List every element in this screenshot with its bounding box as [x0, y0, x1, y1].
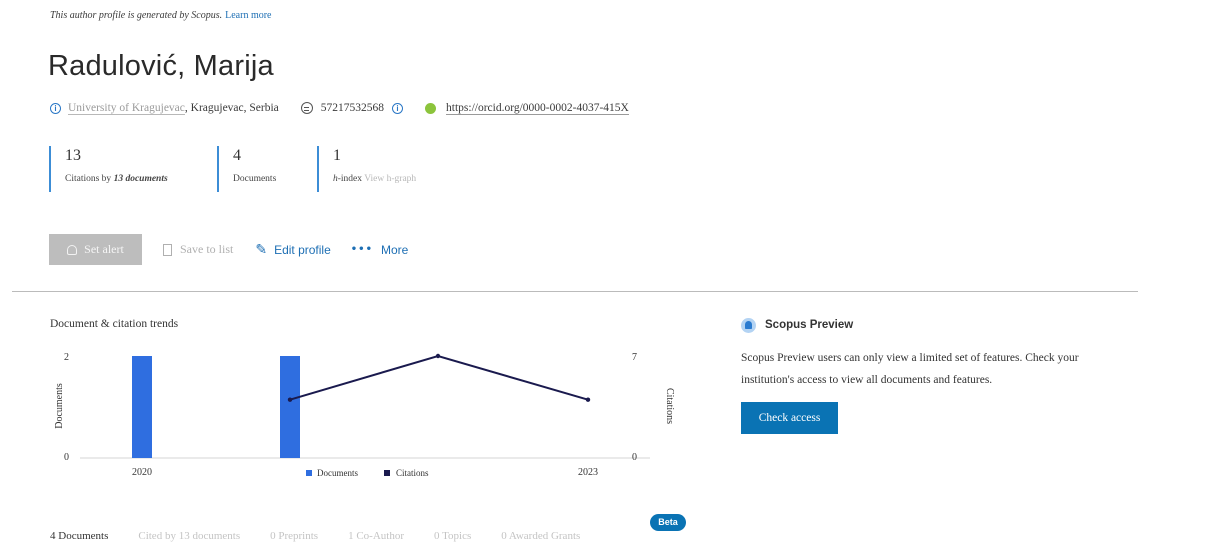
tab-0-topics[interactable]: 0 Topics	[434, 530, 471, 547]
affiliation-location: , Kragujevac, Serbia	[184, 102, 279, 114]
save-to-list-button[interactable]: Save to list	[180, 242, 233, 257]
beta-badge: Beta	[650, 514, 686, 531]
tab-1-co-author[interactable]: 1 Co-Author	[348, 530, 404, 547]
legend-citations-label: Citations	[396, 468, 429, 478]
preview-panel-title: Scopus Preview	[741, 316, 853, 334]
legend-documents-swatch	[306, 470, 312, 476]
h-index-label: h-index View h-graph	[333, 174, 417, 184]
profile-notice: This author profile is generated by Scop…	[50, 10, 272, 21]
preview-title-text: Scopus Preview	[765, 319, 854, 331]
citations-line	[289, 354, 589, 401]
metric-documents[interactable]: 4 Documents	[219, 146, 276, 192]
citations-point	[287, 397, 293, 402]
section-divider	[12, 291, 1138, 292]
affiliation-link[interactable]: University of Kragujevac	[68, 102, 185, 115]
citations-point	[435, 353, 441, 359]
orcid-link[interactable]: https://orcid.org/0000-0002-4037-415X	[446, 102, 629, 115]
more-dots-icon: •••	[350, 244, 373, 255]
scopus-id-icon	[300, 102, 313, 114]
view-h-graph-link[interactable]: View h-graph	[364, 174, 416, 184]
trends-chart: 2 0 7 0 Documents Citations 2020 2023 Documents C…	[54, 352, 675, 478]
profile-tabs: 4 Documents Cited by 13 documents 0 Prepri…	[50, 530, 610, 547]
tab-0-preprints[interactable]: 0 Preprints	[270, 530, 318, 547]
documents-count: 4	[233, 147, 241, 164]
right-axis-tick-max: 7	[632, 352, 637, 363]
preview-panel-body: Scopus Preview users can only view a lim…	[741, 352, 1079, 386]
citations-count: 13	[65, 147, 81, 164]
info-icon[interactable]: i	[50, 102, 61, 114]
documents-bar	[280, 356, 300, 458]
chart-title: Document & citation trends	[50, 318, 179, 330]
set-alert-button[interactable]: Set alert	[49, 234, 142, 265]
metric-h-index[interactable]: 1 h-index View h-graph	[319, 146, 416, 192]
check-access-button[interactable]: Check access	[741, 402, 838, 434]
right-axis-tick-min: 0	[632, 452, 637, 463]
legend-documents-label: Documents	[317, 468, 358, 478]
affiliation: i University of Kragujevac, Kragujevac, …	[50, 102, 279, 115]
action-bar: Set alert Save to list ✎ Edit profile ••…	[49, 234, 408, 265]
citations-point	[585, 397, 591, 402]
info-icon[interactable]: i	[392, 102, 404, 114]
profile-notice-text: This author profile is generated by Scop…	[50, 10, 223, 21]
tab-0-awarded-grants[interactable]: 0 Awarded Grants	[501, 530, 580, 547]
author-meta: i University of Kragujevac, Kragujevac, …	[50, 99, 629, 117]
tab-4-documents[interactable]: 4 Documents	[50, 530, 108, 547]
bell-icon	[67, 244, 78, 255]
learn-more-link[interactable]: Learn more	[225, 10, 271, 21]
bookmark-icon	[163, 243, 172, 256]
documents-bar	[132, 356, 152, 458]
x-tick-label: 2020	[132, 467, 152, 478]
orcid-icon	[425, 102, 437, 114]
scopus-preview-icon	[741, 317, 756, 333]
pencil-icon: ✎	[255, 241, 268, 258]
x-tick-label: 2023	[578, 467, 598, 478]
metric-citations[interactable]: 13 Citations by 13 documents	[51, 146, 168, 192]
documents-label: Documents	[233, 174, 277, 184]
legend-citations-swatch	[384, 470, 390, 476]
author-name: Radulović, Marija	[48, 50, 274, 82]
left-axis-tick-max: 2	[64, 352, 69, 363]
right-axis-label: Citations	[664, 388, 675, 424]
more-button[interactable]: More	[381, 243, 408, 257]
citations-label: Citations by 13 documents	[65, 174, 168, 184]
left-axis-tick-min: 0	[64, 452, 69, 463]
left-axis-label: Documents	[54, 383, 65, 429]
tab-cited-by-13-documents[interactable]: Cited by 13 documents	[138, 530, 240, 547]
h-index-value: 1	[333, 147, 341, 164]
set-alert-label: Set alert	[84, 242, 124, 256]
edit-profile-button[interactable]: Edit profile	[274, 243, 331, 257]
scopus-id: 57217532568	[320, 102, 385, 114]
